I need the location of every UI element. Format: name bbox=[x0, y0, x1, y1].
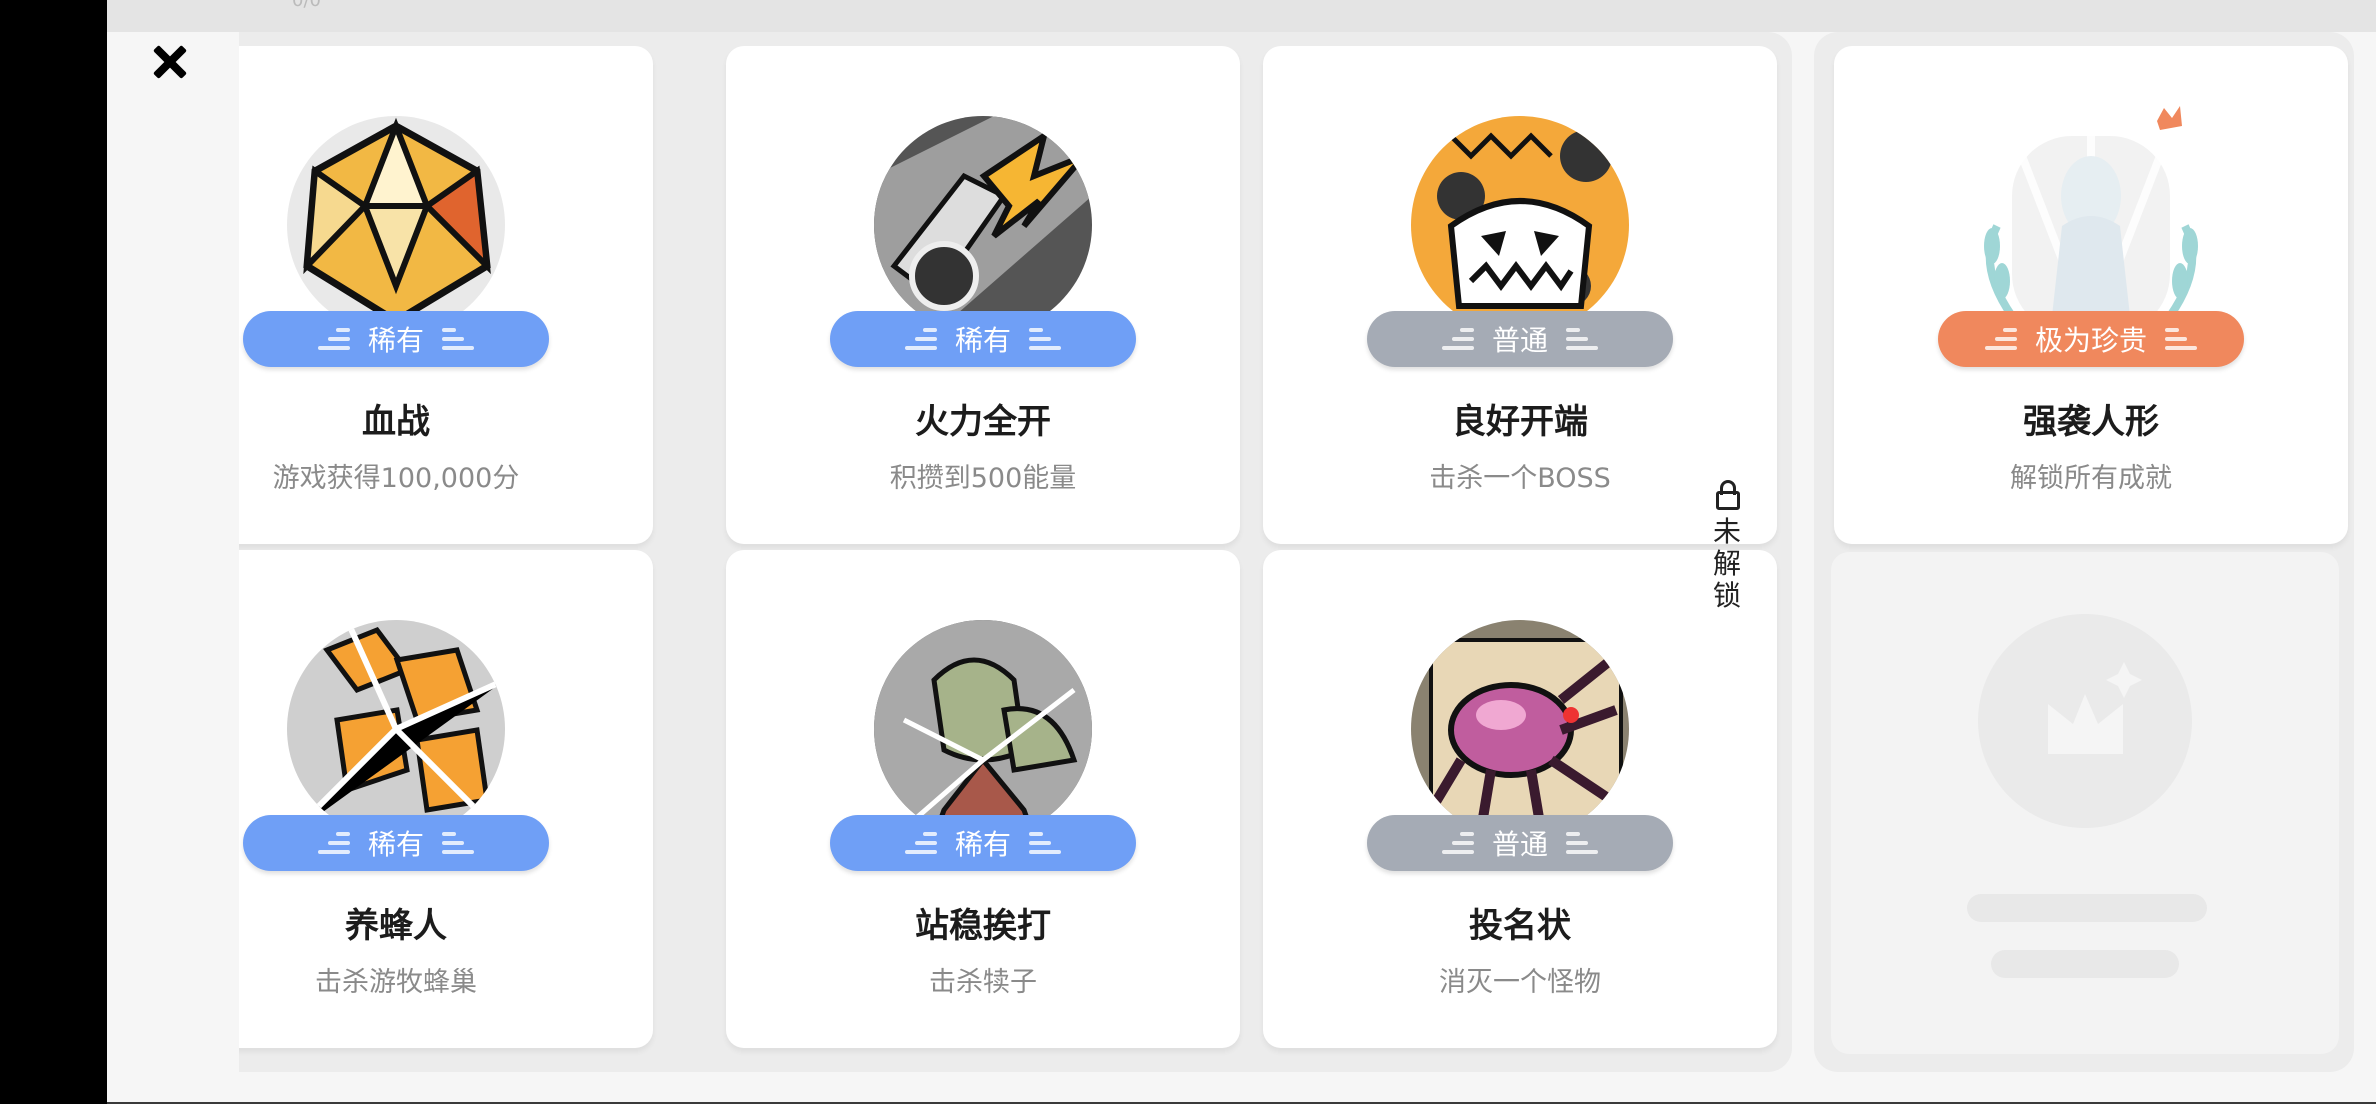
achievement-desc: 解锁所有成就 bbox=[2010, 463, 2172, 494]
top-bar: 0/0 bbox=[107, 0, 2376, 32]
achievement-screen: 0/0 稀有 血战 游戏获得100,000分 稀有 火力全开 积攒到500能量 … bbox=[107, 0, 2376, 1104]
achievement-title: 投名状 bbox=[1469, 906, 1571, 946]
rarity-badge: 普通 bbox=[1367, 815, 1673, 871]
rarity-badge: 稀有 bbox=[830, 311, 1136, 367]
stack-right-icon bbox=[1029, 328, 1061, 350]
rarity-label: 极为珍贵 bbox=[2034, 324, 2147, 357]
character-laurel-icon bbox=[1982, 106, 2200, 336]
achievement-title: 良好开端 bbox=[1452, 402, 1588, 442]
achievement-desc: 积攒到500能量 bbox=[889, 463, 1077, 494]
rarity-badge: 极为珍贵 bbox=[1938, 311, 2244, 367]
rarity-label: 稀有 bbox=[367, 324, 424, 357]
stack-right-icon bbox=[1566, 832, 1598, 854]
label-char: 锁 bbox=[1712, 579, 1741, 612]
achievement-desc: 击杀犊子 bbox=[929, 967, 1037, 998]
stack-left-icon bbox=[1441, 328, 1474, 350]
stack-right-icon bbox=[1566, 328, 1598, 350]
rarity-label: 普通 bbox=[1491, 828, 1548, 861]
achievement-desc: 击杀游牧蜂巢 bbox=[315, 967, 477, 998]
achievement-grid: 稀有 血战 游戏获得100,000分 稀有 火力全开 积攒到500能量 普通 良… bbox=[239, 32, 1799, 1072]
label-char: 解 bbox=[1712, 547, 1741, 580]
stack-right-icon bbox=[1029, 832, 1061, 854]
achievement-title: 强袭人形 bbox=[2023, 402, 2159, 442]
rarity-label: 普通 bbox=[1491, 324, 1548, 357]
placeholder-line bbox=[1967, 894, 2207, 922]
stack-left-icon bbox=[904, 832, 937, 854]
d20-dice-icon bbox=[287, 116, 505, 334]
achievement-desc: 击杀一个BOSS bbox=[1429, 463, 1611, 494]
rarity-label: 稀有 bbox=[954, 828, 1011, 861]
stack-right-icon bbox=[2165, 328, 2197, 350]
achievement-card[interactable]: 稀有 血战 游戏获得100,000分 bbox=[239, 46, 653, 544]
achievement-card[interactable]: 普通 投名状 消灭一个怪物 bbox=[1263, 550, 1777, 1048]
stack-left-icon bbox=[1984, 328, 2017, 350]
achievement-title: 血战 bbox=[362, 402, 430, 442]
crown-placeholder-icon bbox=[1978, 614, 2192, 828]
rarity-label: 稀有 bbox=[367, 828, 424, 861]
achievement-card[interactable]: 普通 良好开端 击杀一个BOSS bbox=[1263, 46, 1777, 544]
monster-icon bbox=[874, 620, 1092, 838]
special-achievement-card[interactable]: 极为珍贵 强袭人形 解锁所有成就 bbox=[1834, 46, 2348, 544]
rarity-badge: 普通 bbox=[1367, 311, 1673, 367]
placeholder-line bbox=[1991, 950, 2179, 978]
lightning-bullet-icon bbox=[874, 116, 1092, 334]
unlock-section-label: 未 解 锁 bbox=[1707, 480, 1747, 612]
achievement-title: 火力全开 bbox=[915, 402, 1051, 442]
stack-right-icon bbox=[442, 832, 474, 854]
achievement-title: 养蜂人 bbox=[345, 906, 447, 946]
achievement-card[interactable]: 稀有 火力全开 积攒到500能量 bbox=[726, 46, 1240, 544]
rarity-badge: 稀有 bbox=[243, 815, 549, 871]
rarity-badge: 稀有 bbox=[830, 815, 1136, 871]
lock-icon bbox=[1716, 480, 1740, 510]
achievement-title: 站稳挨打 bbox=[915, 906, 1051, 946]
spider-icon bbox=[1411, 620, 1629, 838]
top-bar-text: 0/0 bbox=[292, 0, 321, 11]
stack-right-icon bbox=[442, 328, 474, 350]
beehive-icon bbox=[287, 620, 505, 838]
stack-left-icon bbox=[1441, 832, 1474, 854]
boss-skull-icon bbox=[1411, 116, 1629, 334]
achievement-desc: 游戏获得100,000分 bbox=[272, 463, 520, 494]
rarity-badge: 稀有 bbox=[243, 311, 549, 367]
stack-left-icon bbox=[904, 328, 937, 350]
stack-left-icon bbox=[317, 328, 350, 350]
label-char: 未 bbox=[1712, 515, 1741, 548]
stack-left-icon bbox=[317, 832, 350, 854]
close-icon[interactable] bbox=[149, 42, 189, 82]
achievement-desc: 消灭一个怪物 bbox=[1439, 967, 1601, 998]
locked-placeholder-card bbox=[1831, 552, 2339, 1054]
achievement-card[interactable]: 稀有 站稳挨打 击杀犊子 bbox=[726, 550, 1240, 1048]
rarity-label: 稀有 bbox=[954, 324, 1011, 357]
achievement-card[interactable]: 稀有 养蜂人 击杀游牧蜂巢 bbox=[239, 550, 653, 1048]
